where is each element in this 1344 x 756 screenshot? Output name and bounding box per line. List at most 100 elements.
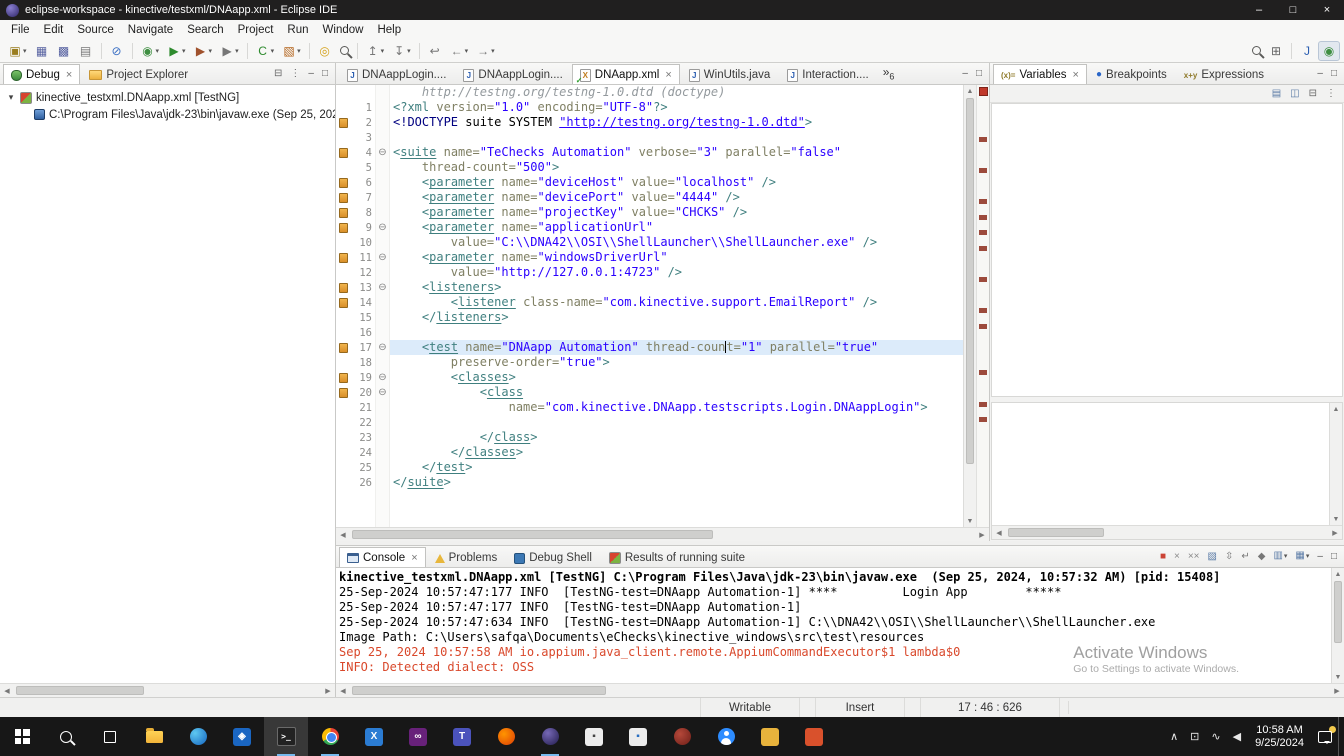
minimize-view-button[interactable]: – bbox=[308, 67, 314, 81]
view-menu-button[interactable]: ⋮ bbox=[290, 67, 300, 81]
scroll-lock-button[interactable]: ⇳ bbox=[1225, 550, 1233, 564]
overview-mark[interactable] bbox=[979, 137, 987, 142]
app-blue-tile-button[interactable]: ◈ bbox=[220, 717, 264, 756]
last-edit-location-button[interactable]: ↩ bbox=[424, 41, 446, 61]
remove-launch-button[interactable]: × bbox=[1174, 550, 1180, 564]
print-button[interactable]: ▤ bbox=[75, 41, 97, 61]
overview-summary-icon[interactable] bbox=[979, 87, 988, 96]
chrome-button[interactable] bbox=[308, 717, 352, 756]
excel-button[interactable]: X bbox=[352, 717, 396, 756]
firefox-button[interactable] bbox=[484, 717, 528, 756]
scroll-thumb[interactable] bbox=[966, 98, 974, 464]
tree-item-c-program-files-java-jdk-23-bi[interactable]: C:\Program Files\Java\jdk-23\bin\javaw.e… bbox=[0, 106, 335, 123]
collapse-fold-icon[interactable]: ⊖ bbox=[378, 388, 386, 398]
network-tray-icon[interactable]: ∿ bbox=[1205, 730, 1226, 743]
menu-edit[interactable]: Edit bbox=[37, 20, 71, 39]
scroll-left-button[interactable]: ◀ bbox=[336, 528, 350, 541]
expand-arrow-icon[interactable]: ▾ bbox=[6, 92, 16, 103]
overview-mark[interactable] bbox=[979, 370, 987, 375]
close-tab-button[interactable]: × bbox=[665, 69, 671, 81]
variables-detail-content[interactable] bbox=[992, 403, 1329, 525]
overview-mark[interactable] bbox=[979, 402, 987, 407]
visual-studio-button[interactable]: ∞ bbox=[396, 717, 440, 756]
app-light-button-1[interactable]: ▪ bbox=[572, 717, 616, 756]
menu-navigate[interactable]: Navigate bbox=[121, 20, 180, 39]
zoom-button[interactable] bbox=[704, 717, 748, 756]
task-marker-icon[interactable] bbox=[339, 343, 348, 353]
task-marker-icon[interactable] bbox=[339, 283, 348, 293]
terminate-button[interactable]: ■ bbox=[1160, 550, 1166, 564]
minimize-view-button[interactable]: – bbox=[1317, 67, 1323, 81]
next-annotation-button[interactable]: ↧▾ bbox=[388, 41, 415, 61]
close-tab-button[interactable]: × bbox=[66, 69, 72, 81]
collapse-all-button[interactable]: ⊟ bbox=[274, 67, 282, 81]
task-marker-icon[interactable] bbox=[339, 193, 348, 203]
console-output[interactable]: kinective_testxml.DNAapp.xml [TestNG] C:… bbox=[336, 568, 1331, 683]
menu-help[interactable]: Help bbox=[370, 20, 408, 39]
taskbar-search-button[interactable] bbox=[44, 717, 88, 756]
detail-hscrollbar[interactable]: ◀ ▶ bbox=[992, 525, 1342, 539]
maximize-view-button[interactable]: □ bbox=[322, 67, 328, 81]
clock[interactable]: 10:58 AM 9/25/2024 bbox=[1247, 724, 1312, 750]
display-tray-icon[interactable]: ⊡ bbox=[1184, 730, 1205, 743]
annotation-ruler[interactable] bbox=[336, 85, 351, 527]
tab-variables[interactable]: (x)=Variables× bbox=[993, 64, 1087, 85]
tab-expressions[interactable]: x+yExpressions bbox=[1176, 64, 1272, 85]
app-red-button[interactable] bbox=[792, 717, 836, 756]
show-logical-structures-button[interactable]: ◫ bbox=[1290, 87, 1299, 101]
scroll-left-button[interactable]: ◀ bbox=[0, 684, 14, 697]
collapse-fold-icon[interactable]: ⊖ bbox=[378, 343, 386, 353]
scroll-track[interactable] bbox=[15, 686, 320, 695]
overview-mark[interactable] bbox=[979, 230, 987, 235]
line-number-ruler[interactable]: 1234567891011121314151617181920212223242… bbox=[351, 85, 376, 527]
collapse-all-button[interactable]: ⊟ bbox=[1309, 87, 1317, 101]
hidden-icons-button[interactable]: ∧ bbox=[1164, 717, 1184, 756]
scroll-right-button[interactable]: ▶ bbox=[975, 528, 989, 541]
overview-mark[interactable] bbox=[979, 168, 987, 173]
scroll-up-button[interactable]: ▲ bbox=[964, 85, 976, 97]
run-button[interactable]: ▶▾ bbox=[163, 41, 190, 61]
tab-project-explorer[interactable]: Project Explorer bbox=[81, 64, 196, 85]
back-button[interactable]: ←▾ bbox=[446, 41, 473, 61]
open-perspective-button[interactable]: ⊞ bbox=[1265, 41, 1287, 61]
detail-vscrollbar[interactable]: ▲ ▼ bbox=[1329, 403, 1342, 525]
new-java-package-button[interactable]: ▧▾ bbox=[278, 41, 305, 61]
tab-problems[interactable]: Problems bbox=[427, 547, 506, 568]
save-button[interactable]: ▦ bbox=[31, 41, 53, 61]
scroll-down-button[interactable]: ▼ bbox=[1330, 513, 1342, 525]
tab-dnaapp-xml[interactable]: DNAapp.xml× bbox=[572, 64, 680, 85]
menu-window[interactable]: Window bbox=[316, 20, 371, 39]
menu-project[interactable]: Project bbox=[231, 20, 281, 39]
task-marker-icon[interactable] bbox=[339, 148, 348, 158]
minimize-view-button[interactable]: – bbox=[1317, 550, 1323, 564]
maximize-window-button[interactable]: □ bbox=[1276, 0, 1310, 20]
previous-annotation-button[interactable]: ↥▾ bbox=[362, 41, 389, 61]
open-console-button[interactable]: ▦▾ bbox=[1295, 549, 1309, 564]
console-hscrollbar[interactable]: ◀ ▶ bbox=[336, 683, 1344, 697]
scroll-up-button[interactable]: ▲ bbox=[1332, 568, 1344, 580]
collapse-fold-icon[interactable]: ⊖ bbox=[378, 253, 386, 263]
task-marker-icon[interactable] bbox=[339, 298, 348, 308]
scroll-thumb[interactable] bbox=[1334, 581, 1342, 643]
external-tools-button[interactable]: ▶▾ bbox=[216, 41, 243, 61]
minimize-window-button[interactable]: – bbox=[1242, 0, 1276, 20]
word-wrap-button[interactable]: ↵ bbox=[1241, 550, 1249, 564]
scroll-down-button[interactable]: ▼ bbox=[1332, 671, 1344, 683]
eclipse-button[interactable] bbox=[528, 717, 572, 756]
tab-interaction[interactable]: Interaction.... bbox=[779, 64, 876, 85]
folding-ruler[interactable]: ⊖⊖⊖⊖⊖⊖⊖ bbox=[376, 85, 390, 527]
scroll-down-button[interactable]: ▼ bbox=[964, 515, 976, 527]
overview-mark[interactable] bbox=[979, 277, 987, 282]
action-center-button[interactable] bbox=[1312, 717, 1338, 756]
maximize-view-button[interactable]: □ bbox=[976, 67, 982, 81]
tab-debug[interactable]: Debug× bbox=[3, 64, 80, 85]
file-explorer-button[interactable] bbox=[132, 717, 176, 756]
editor-vscrollbar[interactable]: ▲ ▼ bbox=[963, 85, 976, 527]
skip-breakpoints-button[interactable]: ⊘ bbox=[106, 41, 128, 61]
overview-mark[interactable] bbox=[979, 324, 987, 329]
teams-button[interactable]: T bbox=[440, 717, 484, 756]
debug-perspective-button[interactable]: ◉ bbox=[1318, 41, 1340, 61]
tab-dnaapplogin[interactable]: DNAappLogin.... bbox=[455, 64, 570, 85]
overview-mark[interactable] bbox=[979, 246, 987, 251]
new-wizard-button[interactable]: ▣▾ bbox=[4, 41, 31, 61]
